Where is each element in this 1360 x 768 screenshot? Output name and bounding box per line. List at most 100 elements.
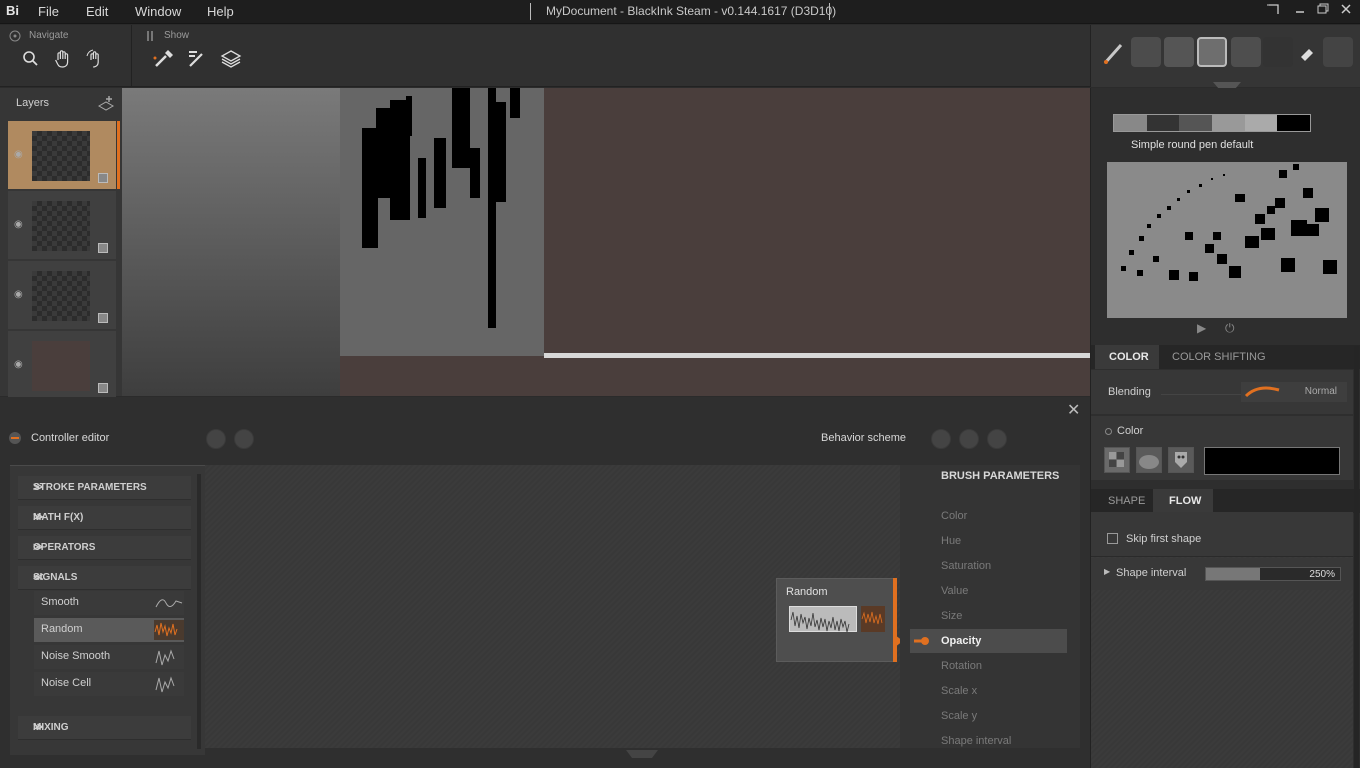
param-saturation[interactable]: Saturation [941,560,991,572]
layer-item-3[interactable]: ◉ [8,261,116,329]
variant-5[interactable] [1244,115,1278,131]
brush-tip-6[interactable] [1323,37,1353,67]
open-scheme-button[interactable] [931,429,951,449]
delete-scheme-button[interactable] [987,429,1007,449]
brush-settings-icon[interactable] [152,48,174,70]
add-layer-icon[interactable] [96,94,115,115]
reset-scheme-button[interactable] [959,429,979,449]
signal-noise-cell[interactable]: Noise Cell [34,672,184,696]
close-icon[interactable] [1337,3,1355,19]
menu-help[interactable]: Help [207,4,234,19]
color-tabbar: COLOR COLOR SHIFTING [1091,345,1360,369]
panel-collapse-chevron[interactable] [622,749,662,763]
brush-tip-4[interactable] [1231,37,1261,67]
minimize-icon[interactable] [1291,3,1309,19]
variant-4[interactable] [1212,115,1245,131]
param-color[interactable]: Color [941,510,967,522]
param-value[interactable]: Value [941,585,968,597]
scrollbar[interactable] [197,474,201,749]
expand-triangle-icon[interactable]: ▶ [1104,567,1110,576]
tab-color-shifting[interactable]: COLOR SHIFTING [1172,345,1266,369]
layer-thumbnail [32,201,90,251]
shape-interval-slider[interactable]: 250% [1205,567,1341,581]
chevron-down-icon: ≫ [33,482,44,493]
restore-icon[interactable] [1314,3,1332,19]
param-scale-y[interactable]: Scale y [941,710,977,722]
eye-icon[interactable]: ◉ [14,149,23,160]
param-opacity-row[interactable] [910,629,1067,653]
layer-item-4[interactable]: ◉ [8,331,116,399]
section-mixing[interactable]: MIXING ≫ [18,716,191,740]
blending-dropdown[interactable]: Normal [1241,382,1347,402]
redo-button[interactable] [234,429,254,449]
layer-mask-icon[interactable] [98,173,108,183]
skip-first-shape-row: Skip first shape [1091,512,1353,557]
section-operators[interactable]: OPERATORS ≫ [18,536,191,560]
signal-label: Noise Smooth [41,650,111,662]
brush-tip-1[interactable] [1131,37,1161,67]
param-shape-interval[interactable]: Shape interval [941,735,1011,747]
param-opacity[interactable]: Opacity [941,635,981,647]
rotate-hand-icon[interactable] [84,48,106,70]
current-color-swatch[interactable] [1204,447,1340,475]
brush-tip-3[interactable] [1197,37,1227,67]
node-output-preview [861,606,885,632]
random-node[interactable]: Random [776,578,897,662]
menu-file[interactable]: File [38,4,59,19]
toolbar: Navigate Show [0,25,1090,87]
pen-preset-icon[interactable] [1101,41,1125,70]
layer-mask-icon[interactable] [98,313,108,323]
color-wheel-icon[interactable] [1136,447,1162,473]
tab-shape[interactable]: SHAPE [1108,489,1145,513]
signal-random[interactable]: Random [34,618,184,642]
section-math-fx[interactable]: MATH F(X) ≫ [18,506,191,530]
radio-icon[interactable] [1105,428,1112,435]
param-hue[interactable]: Hue [941,535,961,547]
section-signals[interactable]: SIGNALS ≪ [18,566,191,590]
section-stroke-parameters[interactable]: STROKE PARAMETERS ≫ [18,476,191,500]
chevron-down-icon: ≫ [33,512,44,523]
pan-hand-icon[interactable] [52,48,74,70]
blend-stroke-icon [1244,386,1280,398]
controller-editor: ✕ Controller editor Behavior scheme STRO… [0,397,1090,768]
param-rotation[interactable]: Rotation [941,660,982,672]
layer-item-1[interactable]: ◉ [8,121,116,189]
slider-fill [1206,568,1260,580]
brush-editor-icon[interactable] [187,48,209,70]
tab-flow[interactable]: FLOW [1153,489,1213,513]
brush-variants-strip[interactable] [1113,114,1311,132]
zoom-icon[interactable] [20,48,42,70]
undo-button[interactable] [206,429,226,449]
variant-1[interactable] [1114,115,1147,131]
color-swatches-icon[interactable] [1104,447,1130,473]
close-editor-icon[interactable]: ✕ [1067,400,1080,420]
skip-first-shape-checkbox[interactable] [1107,533,1118,544]
menu-edit[interactable]: Edit [86,4,108,19]
signal-smooth[interactable]: Smooth [34,591,184,615]
brush-tip-2[interactable] [1164,37,1194,67]
brush-tip-5[interactable] [1263,37,1293,67]
layers-stack-icon[interactable] [220,48,242,70]
variant-2[interactable] [1146,115,1180,131]
tab-color[interactable]: COLOR [1095,345,1159,369]
layer-mask-icon[interactable] [98,383,108,393]
param-scale-x[interactable]: Scale x [941,685,977,697]
app-window: Bi File Edit Window Help MyDocument - Bl… [0,0,1360,768]
right-panel-scrollbar[interactable] [1354,346,1359,768]
eraser-icon[interactable] [1298,45,1316,66]
play-icon[interactable]: ▶ [1197,321,1206,335]
pin-icon[interactable] [1264,3,1282,19]
variant-3[interactable] [1179,115,1213,131]
eye-icon[interactable]: ◉ [14,359,23,370]
color-picker-face-icon[interactable] [1168,447,1194,473]
variant-6[interactable] [1277,115,1311,131]
eye-icon[interactable]: ◉ [14,219,23,230]
menu-window[interactable]: Window [135,4,181,19]
layer-item-2[interactable]: ◉ [8,191,116,259]
power-icon[interactable]: ⏻ [1225,321,1235,336]
drawing-canvas[interactable] [122,88,1090,396]
layer-mask-icon[interactable] [98,243,108,253]
signal-noise-smooth[interactable]: Noise Smooth [34,645,184,669]
eye-icon[interactable]: ◉ [14,289,23,300]
param-size[interactable]: Size [941,610,962,622]
